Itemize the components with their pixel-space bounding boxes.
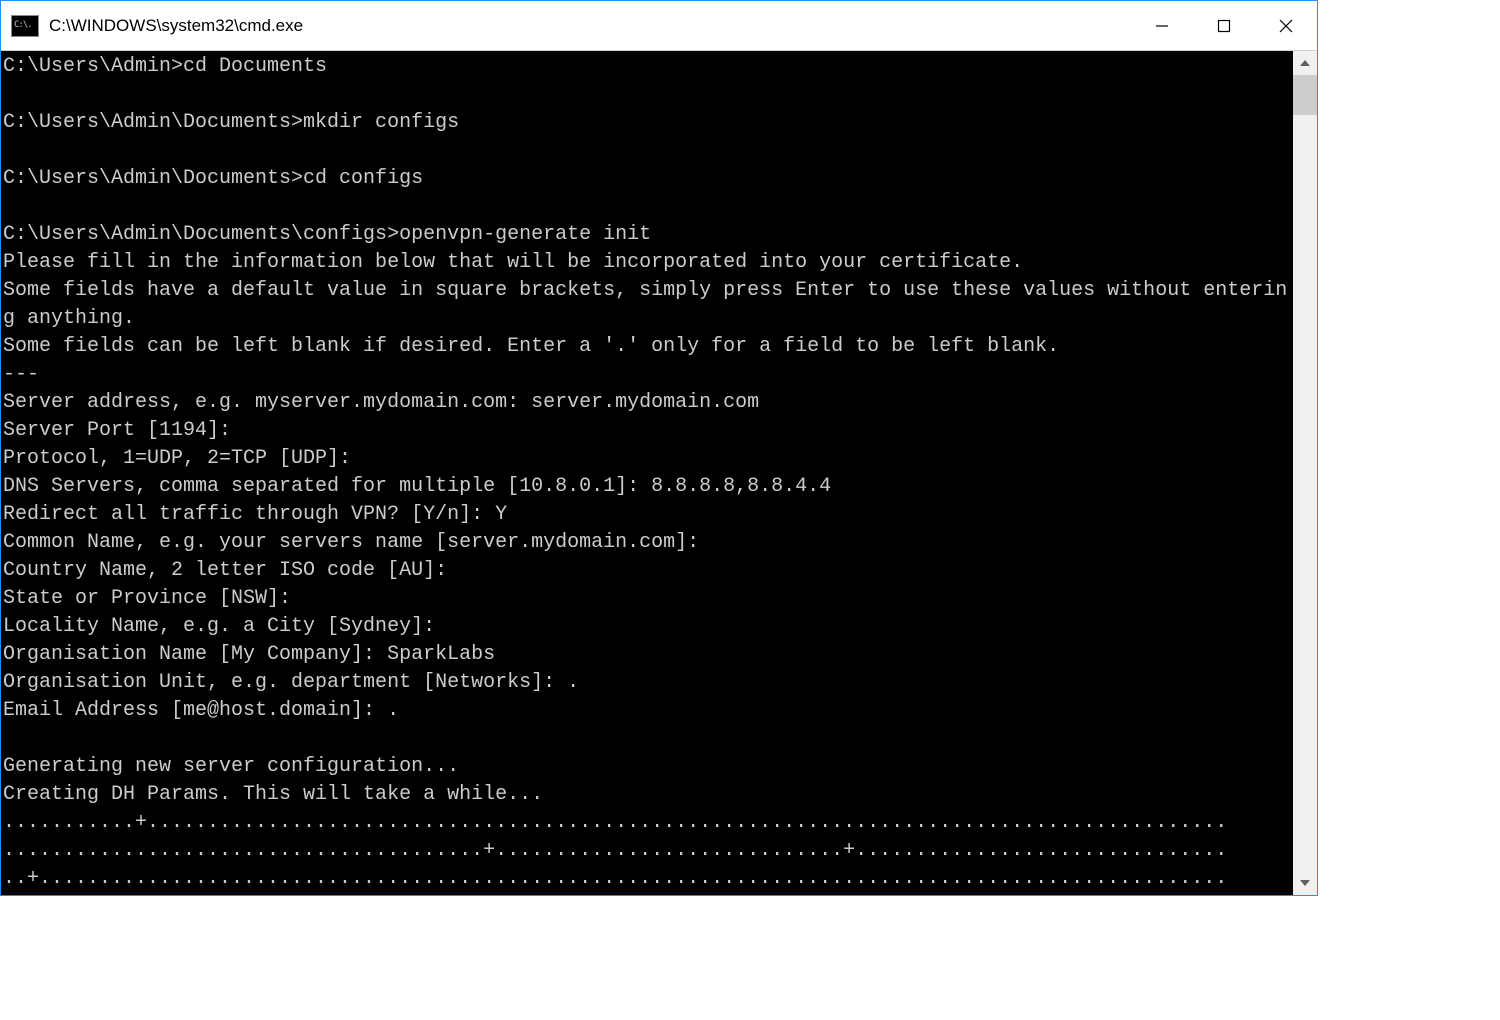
terminal-output[interactable]: C:\Users\Admin>cd Documents C:\Users\Adm… [1, 51, 1293, 895]
window-title: C:\WINDOWS\system32\cmd.exe [47, 16, 1131, 36]
cmd-icon: C:\. [11, 15, 39, 37]
scroll-down-arrow[interactable] [1293, 871, 1317, 895]
scrollbar-thumb[interactable] [1293, 75, 1317, 115]
vertical-scrollbar[interactable] [1293, 51, 1317, 895]
maximize-button[interactable] [1193, 1, 1255, 50]
window-titlebar: C:\. C:\WINDOWS\system32\cmd.exe [1, 1, 1317, 51]
minimize-button[interactable] [1131, 1, 1193, 50]
scroll-up-arrow[interactable] [1293, 51, 1317, 75]
terminal-area: C:\Users\Admin>cd Documents C:\Users\Adm… [1, 51, 1317, 895]
scrollbar-track[interactable] [1293, 75, 1317, 871]
close-button[interactable] [1255, 1, 1317, 50]
window-controls [1131, 1, 1317, 50]
